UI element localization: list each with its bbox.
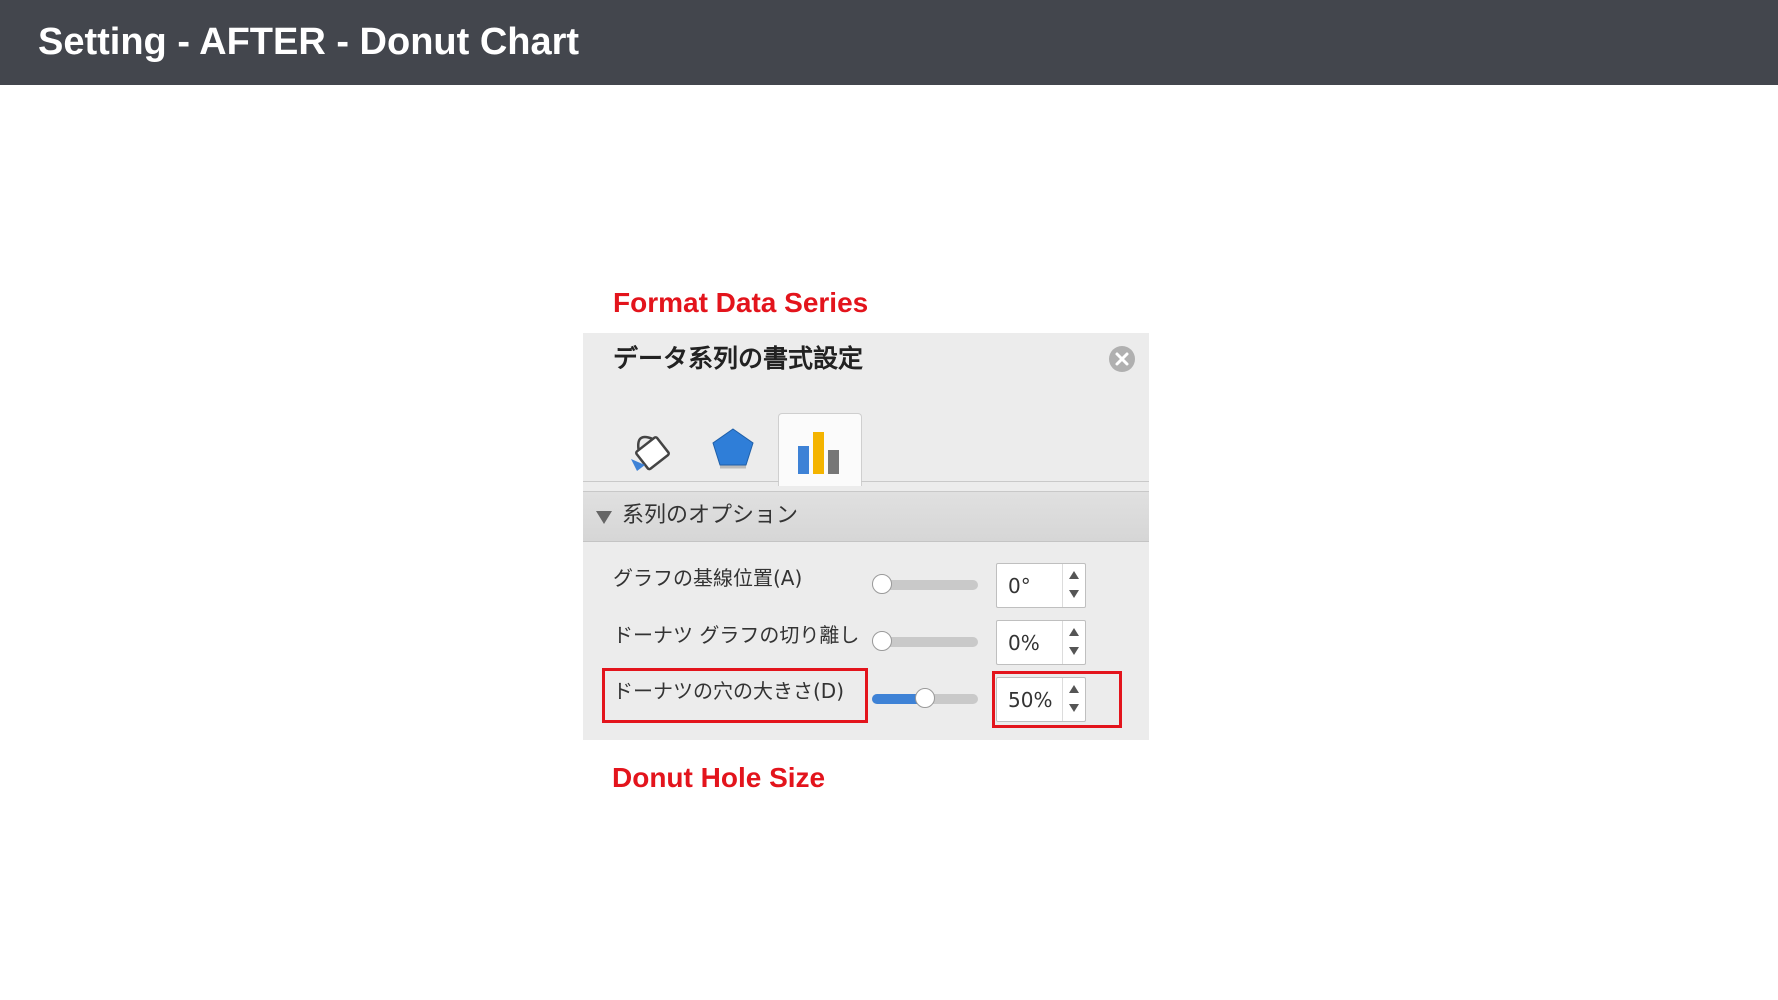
angle-of-first-slice-slider[interactable] [872,574,978,594]
donut-explosion-slider[interactable] [872,631,978,651]
page-title: Setting - AFTER - Donut Chart [38,21,580,63]
close-icon [1115,352,1129,366]
angle-of-first-slice-label: グラフの基線位置(A) [613,566,803,590]
annotation-donut-hole-size: Donut Hole Size [612,762,826,793]
disclosure-triangle-icon [596,511,612,524]
slider-thumb[interactable] [872,574,892,594]
tab-fill-line[interactable] [619,413,699,483]
header-bar: Setting - AFTER - Donut Chart [0,0,1778,85]
tabs-divider [583,481,1149,482]
donut-explosion-label: ドーナツ グラフの切り離し [613,623,860,647]
annotation-format-data-series: Format Data Series [613,287,869,318]
pentagon-icon [712,428,754,469]
stepper-down-icon[interactable] [1069,590,1079,598]
stepper-up-icon[interactable] [1069,571,1079,579]
highlight-box-hole-size-value [992,671,1122,728]
slider-thumb[interactable] [872,631,892,651]
slider-thumb[interactable] [915,688,935,708]
section-series-options[interactable]: 系列のオプション [583,491,1149,542]
stepper-up-icon[interactable] [1069,628,1079,636]
paint-bucket-icon [631,435,670,471]
section-label: 系列のオプション [622,503,799,528]
angle-of-first-slice-input[interactable]: 0° [996,563,1086,608]
donut-hole-size-slider[interactable] [872,688,978,708]
pane-title: データ系列の書式設定 [613,344,864,373]
tab-series-options[interactable] [778,413,862,486]
tab-effects[interactable] [691,413,771,483]
bar-chart-icon [798,432,839,474]
highlight-box-hole-size-label [602,668,868,723]
donut-explosion-input[interactable]: 0% [996,620,1086,665]
close-button[interactable] [1109,346,1135,372]
stepper-down-icon[interactable] [1069,647,1079,655]
